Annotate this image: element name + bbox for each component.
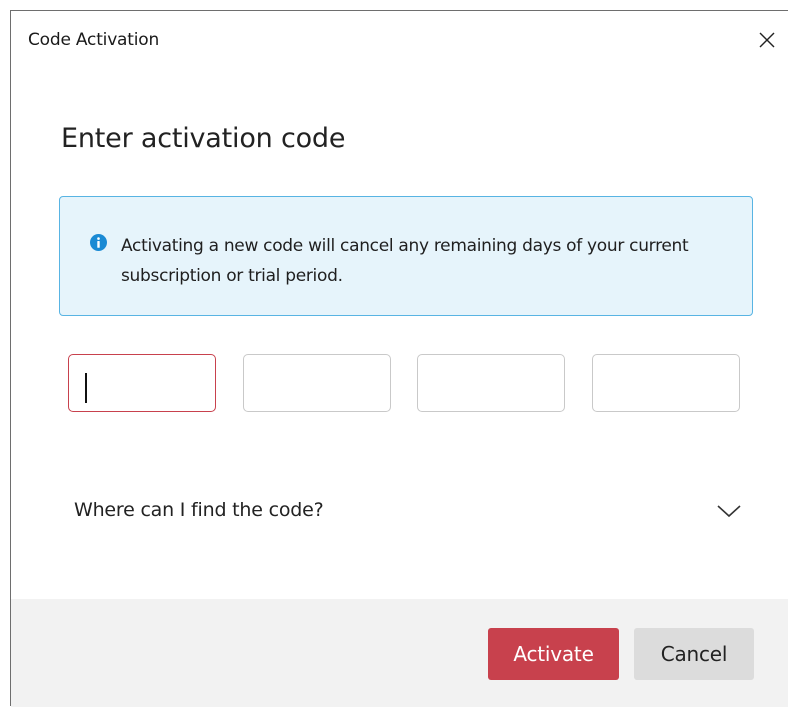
info-icon bbox=[90, 234, 107, 251]
code-field-4[interactable] bbox=[592, 354, 740, 412]
where-find-code-expander[interactable]: Where can I find the code? bbox=[59, 481, 753, 541]
activate-button[interactable]: Activate bbox=[488, 628, 619, 680]
close-icon bbox=[759, 32, 775, 48]
code-activation-dialog: Code Activation Enter activation code Ac… bbox=[10, 10, 788, 707]
close-button[interactable] bbox=[752, 25, 782, 55]
page-heading: Enter activation code bbox=[61, 123, 346, 154]
cancel-button[interactable]: Cancel bbox=[634, 628, 754, 680]
code-field-1[interactable] bbox=[68, 354, 216, 412]
dialog-footer: Activate Cancel bbox=[11, 599, 788, 707]
code-field-3[interactable] bbox=[417, 354, 565, 412]
chevron-down-icon bbox=[717, 505, 741, 518]
code-field-2[interactable] bbox=[243, 354, 391, 412]
info-message: Activating a new code will cancel any re… bbox=[121, 236, 689, 286]
title-bar: Code Activation bbox=[11, 11, 788, 73]
text-cursor bbox=[85, 373, 87, 403]
window-title: Code Activation bbox=[28, 30, 160, 50]
info-banner: Activating a new code will cancel any re… bbox=[59, 196, 753, 316]
expander-label: Where can I find the code? bbox=[74, 499, 324, 521]
